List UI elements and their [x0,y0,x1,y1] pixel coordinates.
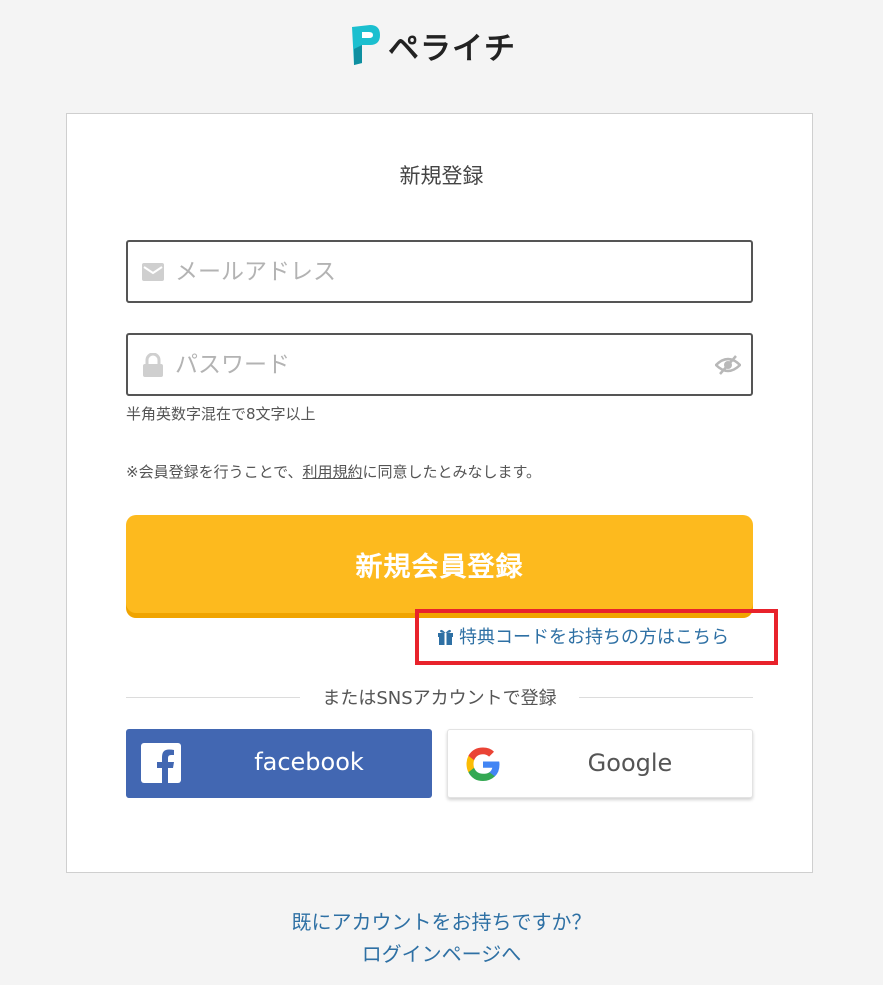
facebook-icon [141,743,181,783]
google-label: Google [587,749,673,777]
logo-text: ペライチ [388,30,516,67]
perai-p-logo-icon [352,25,380,65]
terms-link[interactable]: 利用規約 [303,463,363,481]
terms-notice: ※会員登録を行うことで、利用規約に同意したとみなします。 [126,461,541,482]
email-field[interactable] [126,240,753,303]
eye-slash-icon[interactable] [715,354,741,376]
login-page-link[interactable]: ログインページへ [0,938,883,967]
logo[interactable]: ペライチ [348,22,516,68]
password-hint: 半角英数字混在で8文字以上 [126,405,316,423]
google-icon [466,747,500,781]
google-signup-button[interactable]: Google [447,729,753,798]
password-input[interactable] [175,351,695,378]
promo-code-label: 特典コードをお持ちの方はこちら [459,627,729,648]
terms-suffix: に同意したとみなします。 [362,463,542,481]
register-button[interactable]: 新規会員登録 [126,515,753,613]
password-field[interactable] [126,333,753,396]
terms-prefix: ※会員登録を行うことで、 [126,463,303,481]
facebook-label: facebook [254,748,364,776]
envelope-icon [142,262,164,281]
facebook-signup-button[interactable]: facebook [126,729,432,798]
lock-icon [143,352,163,377]
existing-account-question[interactable]: 既にアカウントをお持ちですか？ [0,906,883,935]
promo-code-link[interactable]: 特典コードをお持ちの方はこちら [437,623,729,649]
sns-divider-label: またはSNSアカウントで登録 [300,684,579,710]
gift-icon [438,629,453,645]
email-input[interactable] [175,258,695,285]
page-title: 新規登録 [399,164,484,188]
